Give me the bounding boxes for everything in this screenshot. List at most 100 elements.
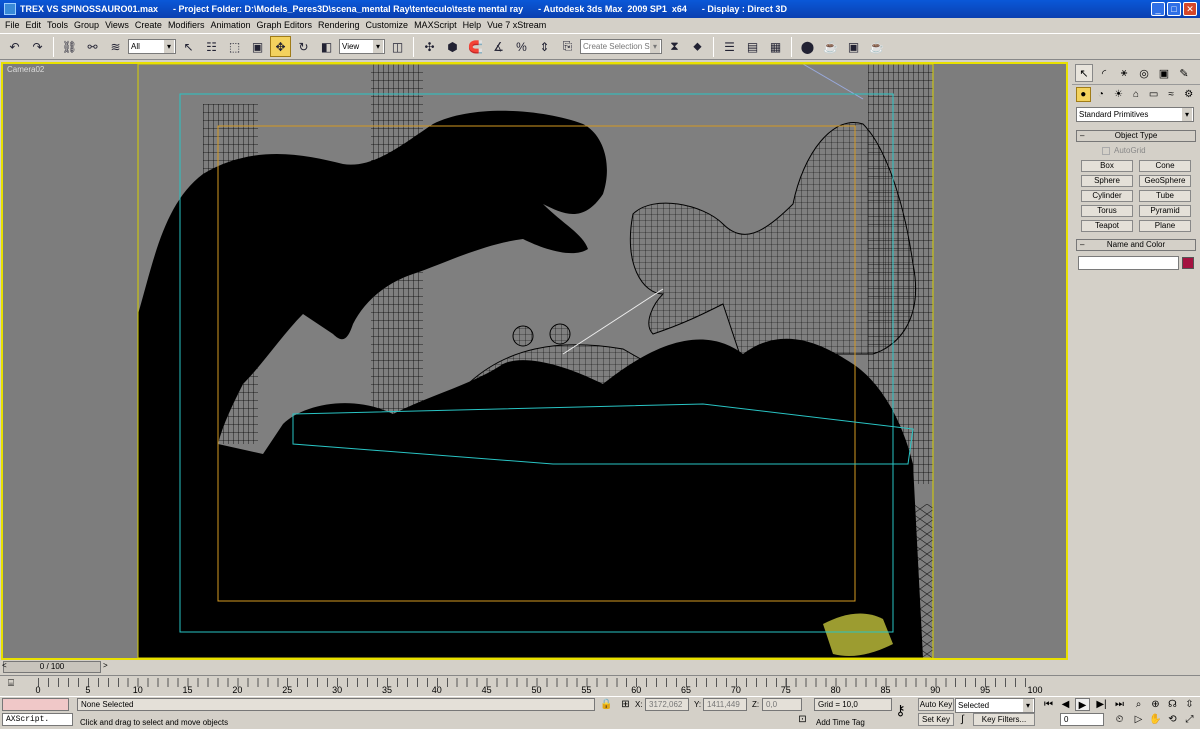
object-name-field[interactable] (1078, 256, 1179, 270)
selection-filter-dropdown[interactable]: All (128, 39, 176, 54)
percent-snap-icon[interactable]: % (511, 36, 532, 57)
keyboard-shortcut-icon[interactable]: ⬢ (442, 36, 463, 57)
set-key-button[interactable]: Set Key (918, 713, 954, 726)
box-button[interactable]: Box (1081, 160, 1133, 172)
next-frame-icon[interactable]: ▶| (1094, 698, 1109, 711)
spinner-snap-icon[interactable]: ⇕ (534, 36, 555, 57)
object-color-swatch[interactable] (1182, 257, 1194, 269)
select-and-rotate-icon[interactable]: ↻ (293, 36, 314, 57)
add-time-tag[interactable]: Add Time Tag (816, 717, 865, 728)
previous-frame-icon[interactable]: ◀ (1058, 698, 1073, 711)
z-coordinate-field[interactable]: 0,0 (762, 698, 802, 711)
maxscript-listener-mini[interactable] (2, 698, 69, 711)
create-tab-icon[interactable]: ↖ (1075, 64, 1093, 82)
pan-icon[interactable]: ✋ (1148, 713, 1163, 726)
menu-group[interactable]: Group (71, 20, 102, 30)
go-to-start-icon[interactable]: ⏮ (1041, 698, 1056, 711)
maximize-viewport-icon[interactable]: ⤢ (1182, 713, 1197, 726)
current-frame-field[interactable]: 0 (1060, 713, 1104, 726)
select-manipulate-icon[interactable]: ✣ (419, 36, 440, 57)
menu-customize[interactable]: Customize (363, 20, 412, 30)
time-slider[interactable]: 0 / 100 < > (0, 661, 1200, 674)
menu-vue-xstream[interactable]: Vue 7 xStream (484, 20, 549, 30)
curve-editor-mini-icon[interactable]: ⌸ (8, 678, 14, 689)
lights-icon[interactable]: ☀ (1111, 87, 1126, 102)
name-and-color-rollout[interactable]: Name and Color (1076, 239, 1196, 251)
absolute-mode-icon[interactable]: ⊞ (618, 698, 633, 711)
pyramid-button[interactable]: Pyramid (1139, 205, 1191, 217)
layer-manager-icon[interactable]: ☰ (719, 36, 740, 57)
bind-space-warp-icon[interactable]: ≋ (105, 36, 126, 57)
set-key-icon[interactable]: ⚷ (893, 703, 908, 717)
time-configuration-icon[interactable]: ⏲ (1112, 713, 1127, 726)
teapot-button[interactable]: Teapot (1081, 220, 1133, 232)
schematic-view-icon[interactable]: ▦ (765, 36, 786, 57)
y-coordinate-field[interactable]: 1411,449 (703, 698, 747, 711)
window-crossing-icon[interactable]: ▣ (247, 36, 268, 57)
time-slider-prev[interactable]: < (2, 661, 7, 670)
material-editor-icon[interactable]: ⬤ (797, 36, 818, 57)
go-to-end-icon[interactable]: ⏭ (1112, 698, 1127, 711)
menu-graph-editors[interactable]: Graph Editors (253, 20, 315, 30)
menu-modifiers[interactable]: Modifiers (165, 20, 208, 30)
cone-button[interactable]: Cone (1139, 160, 1191, 172)
helpers-icon[interactable]: ▭ (1146, 87, 1161, 102)
plane-button[interactable]: Plane (1139, 220, 1191, 232)
menu-views[interactable]: Views (102, 20, 132, 30)
mirror-icon[interactable]: ⧗ (664, 36, 685, 57)
pivot-center-icon[interactable]: ◫ (387, 36, 408, 57)
utilities-tab-icon[interactable]: ✎ (1175, 64, 1193, 82)
maxscript-field[interactable]: AXScript. (2, 713, 73, 726)
motion-tab-icon[interactable]: ◎ (1135, 64, 1153, 82)
object-type-rollout[interactable]: Object Type (1076, 130, 1196, 142)
geometry-icon[interactable]: ● (1076, 87, 1091, 102)
play-icon[interactable]: ▶ (1075, 698, 1090, 711)
redo-icon[interactable]: ↷ (27, 36, 48, 57)
auto-key-button[interactable]: Auto Key (918, 698, 954, 711)
cameras-icon[interactable]: ⌂ (1129, 87, 1144, 102)
menu-edit[interactable]: Edit (23, 20, 45, 30)
key-filters-button[interactable]: Key Filters... (973, 713, 1035, 726)
time-slider-next[interactable]: > (103, 661, 108, 670)
select-by-name-icon[interactable]: ☷ (201, 36, 222, 57)
camera-viewport[interactable]: Camera02 (1, 62, 1068, 660)
angle-snap-icon[interactable]: ∡ (488, 36, 509, 57)
key-filter-dropdown[interactable]: Selected (955, 698, 1035, 713)
align-icon[interactable]: ⬥ (687, 36, 708, 57)
menu-file[interactable]: File (2, 20, 23, 30)
track-bar[interactable]: ⌸ 0 5 10 15 20 25 30 35 40 45 50 55 60 65 70 75 80 85 90 95… (0, 675, 1200, 695)
close-button[interactable]: ✕ (1183, 2, 1197, 16)
geosphere-button[interactable]: GeoSphere (1139, 175, 1191, 187)
time-tag-icon[interactable]: ⊡ (795, 713, 810, 726)
select-and-move-icon[interactable]: ✥ (270, 36, 291, 57)
rendered-frame-window-icon[interactable]: ▣ (843, 36, 864, 57)
curve-editor-icon[interactable]: ▤ (742, 36, 763, 57)
select-and-scale-icon[interactable]: ◧ (316, 36, 337, 57)
display-tab-icon[interactable]: ▣ (1155, 64, 1173, 82)
dolly-icon[interactable]: ⇳ (1182, 698, 1197, 711)
default-tangents-icon[interactable]: ∫ (955, 713, 970, 726)
select-object-icon[interactable]: ↖ (178, 36, 199, 57)
lock-selection-icon[interactable]: 🔒 (599, 698, 614, 711)
menu-create[interactable]: Create (132, 20, 165, 30)
menu-animation[interactable]: Animation (207, 20, 253, 30)
link-icon[interactable]: ⛓ (59, 36, 80, 57)
zoom-all-icon[interactable]: ⊕ (1148, 698, 1163, 711)
systems-icon[interactable]: ⚙ (1181, 87, 1196, 102)
snaps-toggle-icon[interactable]: 🧲 (465, 36, 486, 57)
menu-help[interactable]: Help (460, 20, 485, 30)
named-selection-sets-dropdown[interactable]: Create Selection Set (580, 39, 662, 54)
time-slider-thumb[interactable]: 0 / 100 (3, 661, 101, 673)
hierarchy-tab-icon[interactable]: ⚹ (1115, 64, 1133, 82)
selection-region-icon[interactable]: ⬚ (224, 36, 245, 57)
unlink-icon[interactable]: ⚯ (82, 36, 103, 57)
space-warps-icon[interactable]: ≈ (1164, 87, 1179, 102)
field-of-view-icon[interactable]: ▷ (1131, 713, 1146, 726)
maximize-button[interactable]: □ (1167, 2, 1181, 16)
zoom-icon[interactable]: ⌕ (1131, 698, 1146, 711)
minimize-button[interactable]: _ (1151, 2, 1165, 16)
menu-maxscript[interactable]: MAXScript (411, 20, 460, 30)
torus-button[interactable]: Torus (1081, 205, 1133, 217)
menu-tools[interactable]: Tools (44, 20, 71, 30)
orbit-icon[interactable]: ☊ (1165, 698, 1180, 711)
